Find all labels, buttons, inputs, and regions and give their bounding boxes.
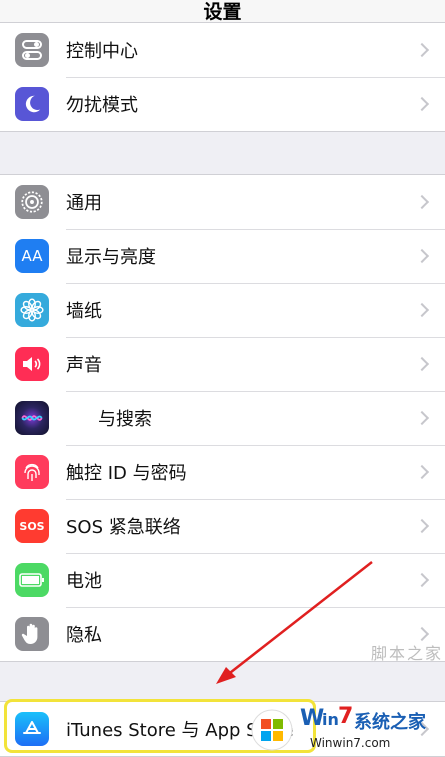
watermark-brand-in: in [322,710,339,729]
windows-logo-icon [251,709,293,751]
watermark-brand-7: 7 [338,704,354,729]
watermark-brand-w: W [300,706,325,731]
watermark-brand-cn: 系统之家 [354,712,426,733]
watermark-url: Winwin7.com [310,736,391,750]
side-watermark: 脚本之家 [370,644,443,663]
site-watermark: W in 7 系统之家 Winwin7.com [250,702,445,757]
